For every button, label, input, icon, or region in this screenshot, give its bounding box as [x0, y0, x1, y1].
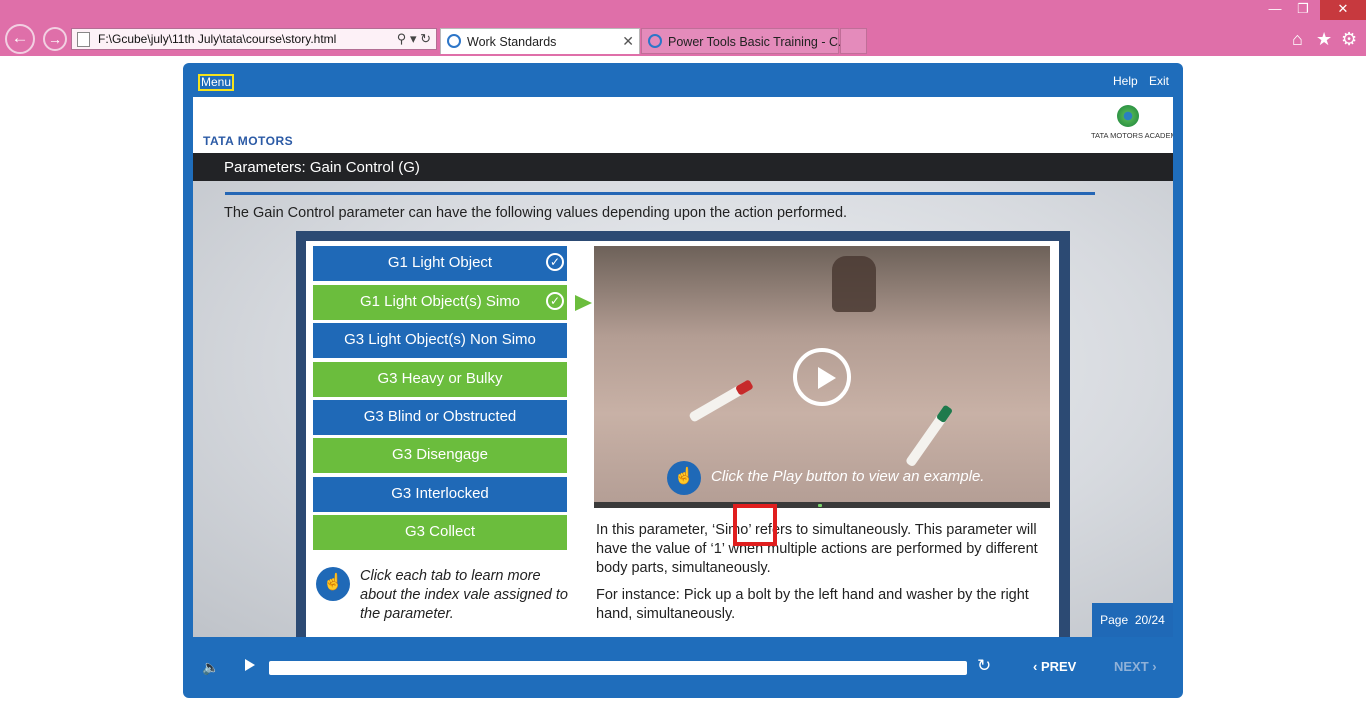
replay-icon[interactable]: ↻ [977, 656, 991, 676]
restore-button[interactable]: ❐ [1292, 0, 1314, 20]
highlight-box [733, 504, 777, 546]
close-window-button[interactable]: ✕ [1320, 0, 1366, 20]
video-progress-bar[interactable] [594, 502, 1050, 508]
forward-icon: → [48, 31, 62, 47]
back-icon: ← [11, 28, 29, 47]
tab-g3-disengage[interactable]: G3 Disengage [313, 438, 567, 473]
next-button[interactable]: NEXT › [1114, 659, 1157, 674]
favorites-icon[interactable]: ★ [1316, 29, 1332, 50]
tree-icon [1117, 105, 1139, 127]
slide-header: TATA MOTORS TATA MOTORS ACADEMY [193, 97, 1173, 153]
page-counter: Page 20/24 [1092, 603, 1173, 637]
prev-button[interactable]: ‹ PREV [1033, 659, 1076, 674]
ie-icon [648, 34, 662, 48]
play-icon [818, 367, 836, 389]
video-play-button[interactable] [793, 348, 851, 406]
page-label: Page [1100, 613, 1129, 627]
slide-title: Parameters: Gain Control (G) [224, 159, 420, 176]
intro-text: The Gain Control parameter can have the … [224, 205, 848, 221]
tab-g1-light-object[interactable]: G1 Light Object ✓ [313, 246, 567, 281]
help-link[interactable]: Help [1113, 74, 1138, 88]
course-player: Menu Help Exit TATA MOTORS TATA MOTORS A… [183, 63, 1183, 698]
page-value: 20/24 [1134, 613, 1165, 627]
example-text: For instance: Pick up a bolt by the left… [596, 587, 1029, 622]
tab-g3-interlocked[interactable]: G3 Interlocked [313, 477, 567, 512]
tata-motors-academy-logo: TATA MOTORS ACADEMY [1091, 105, 1173, 140]
tab-g3-blind-or-obstructed[interactable]: G3 Blind or Obstructed [313, 400, 567, 435]
home-icon[interactable]: ⌂ [1292, 29, 1303, 50]
tab-label: Work Standards [467, 35, 557, 49]
close-tab-icon[interactable]: ✕ [622, 33, 634, 50]
tab-label: Power Tools Basic Training - C... [668, 35, 849, 49]
browser-chrome: ← → F:\Gcube\july\11th July\tata\course\… [0, 0, 1366, 56]
play-icon[interactable] [245, 659, 255, 671]
ie-icon [447, 34, 461, 48]
menu-link[interactable]: Menu [198, 74, 235, 91]
forward-button[interactable]: → [43, 27, 67, 51]
volume-icon[interactable]: 🔈 [202, 659, 219, 676]
address-bar[interactable]: F:\Gcube\july\11th July\tata\course\stor… [71, 28, 437, 50]
address-text: F:\Gcube\july\11th July\tata\course\stor… [98, 32, 337, 46]
seek-bar[interactable] [269, 661, 967, 675]
browser-tab-power-tools[interactable]: Power Tools Basic Training - C... [641, 28, 848, 54]
tab-hint: Click each tab to learn more about the i… [360, 568, 568, 622]
back-button[interactable]: ← [5, 24, 35, 54]
tab-g3-light-objects-non-simo[interactable]: G3 Light Object(s) Non Simo [313, 323, 567, 358]
browser-tab-work-standards[interactable]: Work Standards ✕ [440, 28, 640, 54]
tab-g1-light-objects-simo[interactable]: G1 Light Object(s) Simo ✓ [313, 285, 567, 320]
hand-pointer-icon: ☝ [667, 461, 701, 495]
divider [225, 192, 1095, 195]
tab-g3-heavy-or-bulky[interactable]: G3 Heavy or Bulky [313, 362, 567, 397]
tab-g3-collect[interactable]: G3 Collect [313, 515, 567, 550]
dropdown-icon[interactable]: ▾ [410, 31, 417, 46]
title-bar: Parameters: Gain Control (G) [193, 153, 1173, 181]
tata-motors-logo: TATA MOTORS [203, 134, 294, 148]
video-hint: Click the Play button to view an example… [711, 468, 985, 485]
hand-pointer-icon: ☝ [316, 567, 350, 601]
player-controls: 🔈 ↻ ‹ PREV NEXT › [183, 637, 1183, 698]
check-icon: ✓ [546, 292, 564, 310]
search-icon[interactable]: ⚲ [397, 31, 407, 46]
check-icon: ✓ [546, 253, 564, 271]
minimize-button[interactable]: — [1264, 0, 1286, 20]
refresh-icon[interactable]: ↻ [420, 31, 431, 46]
explanation-text: In this parameter, ‘Simo’ refers to simu… [596, 522, 1038, 576]
slide: TATA MOTORS TATA MOTORS ACADEMY Paramete… [193, 97, 1173, 637]
exit-link[interactable]: Exit [1149, 74, 1169, 88]
settings-icon[interactable]: ⚙ [1341, 29, 1357, 50]
current-tab-arrow-icon [575, 295, 592, 311]
page-icon [77, 32, 90, 47]
new-tab-button[interactable] [840, 28, 867, 54]
video-player[interactable]: ☝ Click the Play button to view an examp… [594, 246, 1050, 504]
